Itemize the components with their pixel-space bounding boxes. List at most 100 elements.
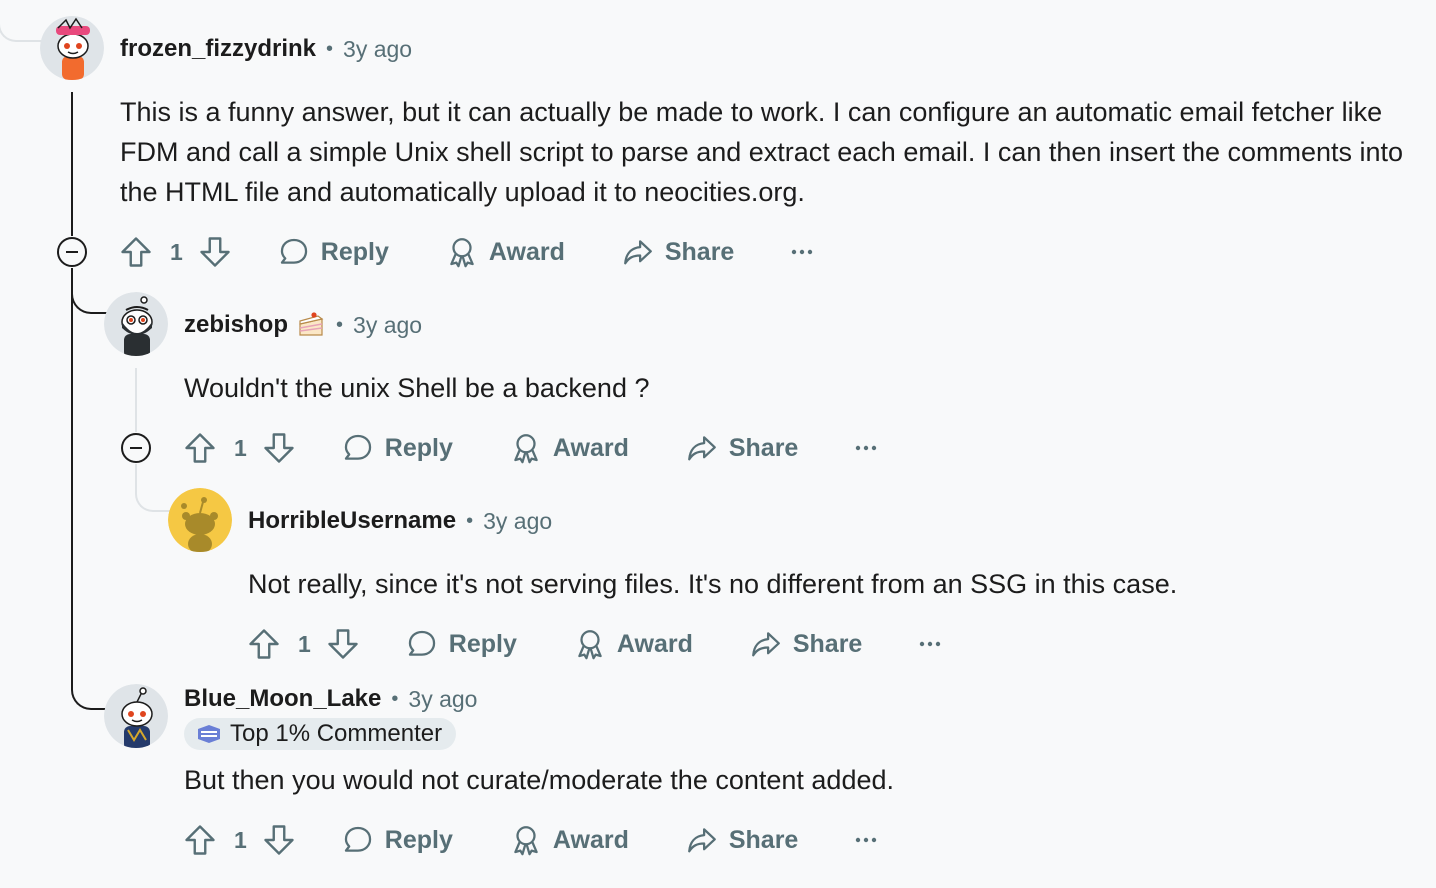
comment-body: Wouldn't the unix Shell be a backend ?	[184, 373, 650, 403]
reply-label: Reply	[320, 237, 389, 266]
avatar-blue-moon-lake[interactable]	[104, 684, 168, 748]
timestamp[interactable]: 3y ago	[343, 36, 412, 63]
comment-meta: HorribleUsername • 3y ago	[248, 506, 552, 536]
reply-label: Reply	[384, 825, 453, 854]
upvote-button[interactable]	[246, 626, 282, 662]
thread-curve-horrible	[135, 464, 171, 512]
more-options-button[interactable]	[790, 247, 814, 257]
top-commenter-icon	[198, 725, 220, 743]
share-button[interactable]: Share	[685, 823, 798, 857]
downvote-button[interactable]	[197, 234, 233, 270]
award-label: Award	[488, 237, 565, 266]
more-icon	[920, 641, 941, 647]
timestamp[interactable]: 3y ago	[408, 686, 477, 713]
award-icon	[578, 630, 602, 660]
downvote-button[interactable]	[261, 822, 297, 858]
more-icon	[792, 249, 813, 255]
share-button[interactable]: Share	[685, 431, 798, 465]
award-icon	[514, 434, 538, 464]
upvote-icon	[121, 237, 151, 267]
reply-button[interactable]: Reply	[341, 823, 453, 857]
comment-actions: 1 Reply Award Share	[182, 816, 878, 864]
share-label: Share	[792, 629, 863, 658]
award-button[interactable]: Award	[573, 627, 693, 661]
snoo-avatar-icon	[40, 16, 104, 80]
reply-label: Reply	[384, 433, 453, 462]
more-options-button[interactable]	[854, 443, 878, 453]
upvote-icon	[185, 825, 215, 855]
timestamp[interactable]: 3y ago	[353, 312, 422, 339]
upvote-icon	[249, 629, 279, 659]
share-button[interactable]: Share	[621, 235, 734, 269]
top-commenter-badge: Top 1% Commenter	[184, 718, 457, 750]
award-icon	[514, 826, 538, 856]
award-button[interactable]: Award	[445, 235, 565, 269]
upvote-button[interactable]	[118, 234, 154, 270]
avatar-frozen-fizzydrink[interactable]	[40, 16, 104, 80]
comment-body: But then you would not curate/moderate t…	[184, 765, 894, 795]
snoo-avatar-icon	[168, 488, 232, 552]
collapse-icon[interactable]	[121, 433, 151, 463]
upvote-icon	[185, 433, 215, 463]
downvote-icon	[200, 237, 230, 267]
parent-thread-curve	[0, 0, 42, 42]
award-button[interactable]: Award	[509, 823, 629, 857]
cake-flair-icon	[299, 312, 324, 336]
separator-dot: •	[326, 37, 334, 60]
separator-dot: •	[391, 687, 399, 710]
comment-meta: frozen_fizzydrink • 3y ago	[120, 34, 412, 64]
downvote-button[interactable]	[325, 626, 361, 662]
comment-actions: 1 Reply Award Share	[182, 424, 878, 472]
collapse-icon[interactable]	[57, 237, 87, 267]
more-icon	[856, 445, 877, 451]
vote-count: 1	[234, 826, 247, 853]
comment-body: Not really, since it's not serving files…	[248, 569, 1178, 599]
more-options-button[interactable]	[854, 835, 878, 845]
vote-count: 1	[170, 238, 183, 265]
share-arrow-icon	[687, 828, 716, 853]
avatar-zebishop[interactable]	[104, 292, 168, 356]
username-link[interactable]: Blue_Moon_Lake	[184, 685, 381, 713]
thread-line-2	[135, 368, 137, 432]
reply-label: Reply	[448, 629, 517, 658]
share-label: Share	[728, 825, 799, 854]
comment-actions: 1 Reply Award Share	[118, 228, 814, 276]
share-arrow-icon	[751, 632, 780, 657]
share-arrow-icon	[687, 436, 716, 461]
upvote-button[interactable]	[182, 822, 218, 858]
snoo-avatar-icon	[104, 292, 168, 356]
thread-line-1b	[71, 268, 73, 688]
reply-button[interactable]: Reply	[277, 235, 389, 269]
award-label: Award	[552, 825, 629, 854]
comment-body: This is a funny answer, but it can actua…	[120, 97, 1404, 207]
separator-dot: •	[466, 509, 474, 532]
thread-curve-zebishop	[71, 268, 107, 314]
downvote-button[interactable]	[261, 430, 297, 466]
more-options-button[interactable]	[918, 639, 942, 649]
award-button[interactable]: Award	[509, 431, 629, 465]
comment-meta: zebishop • 3y ago	[184, 310, 422, 340]
share-label: Share	[664, 237, 735, 266]
share-arrow-icon	[623, 240, 652, 265]
badge-label: Top 1% Commenter	[230, 720, 443, 747]
username-link[interactable]: frozen_fizzydrink	[120, 35, 316, 63]
share-button[interactable]: Share	[749, 627, 862, 661]
username-link[interactable]: HorribleUsername	[248, 507, 456, 535]
reply-bubble-icon	[280, 238, 307, 264]
avatar-horribleusername[interactable]	[168, 488, 232, 552]
reply-bubble-icon	[408, 630, 435, 656]
timestamp[interactable]: 3y ago	[483, 508, 552, 535]
award-label: Award	[616, 629, 693, 658]
separator-dot: •	[336, 313, 344, 336]
reply-button[interactable]: Reply	[405, 627, 517, 661]
reply-button[interactable]: Reply	[341, 431, 453, 465]
upvote-button[interactable]	[182, 430, 218, 466]
comment-actions: 1 Reply Award Share	[246, 620, 942, 668]
reply-bubble-icon	[344, 434, 371, 460]
snoo-avatar-icon	[104, 684, 168, 748]
comment-meta: Blue_Moon_Lake • 3y ago	[184, 684, 477, 714]
username-link[interactable]: zebishop	[184, 311, 288, 339]
thread-curve-bluemoon	[71, 640, 107, 710]
downvote-icon	[264, 825, 294, 855]
vote-count: 1	[234, 434, 247, 461]
